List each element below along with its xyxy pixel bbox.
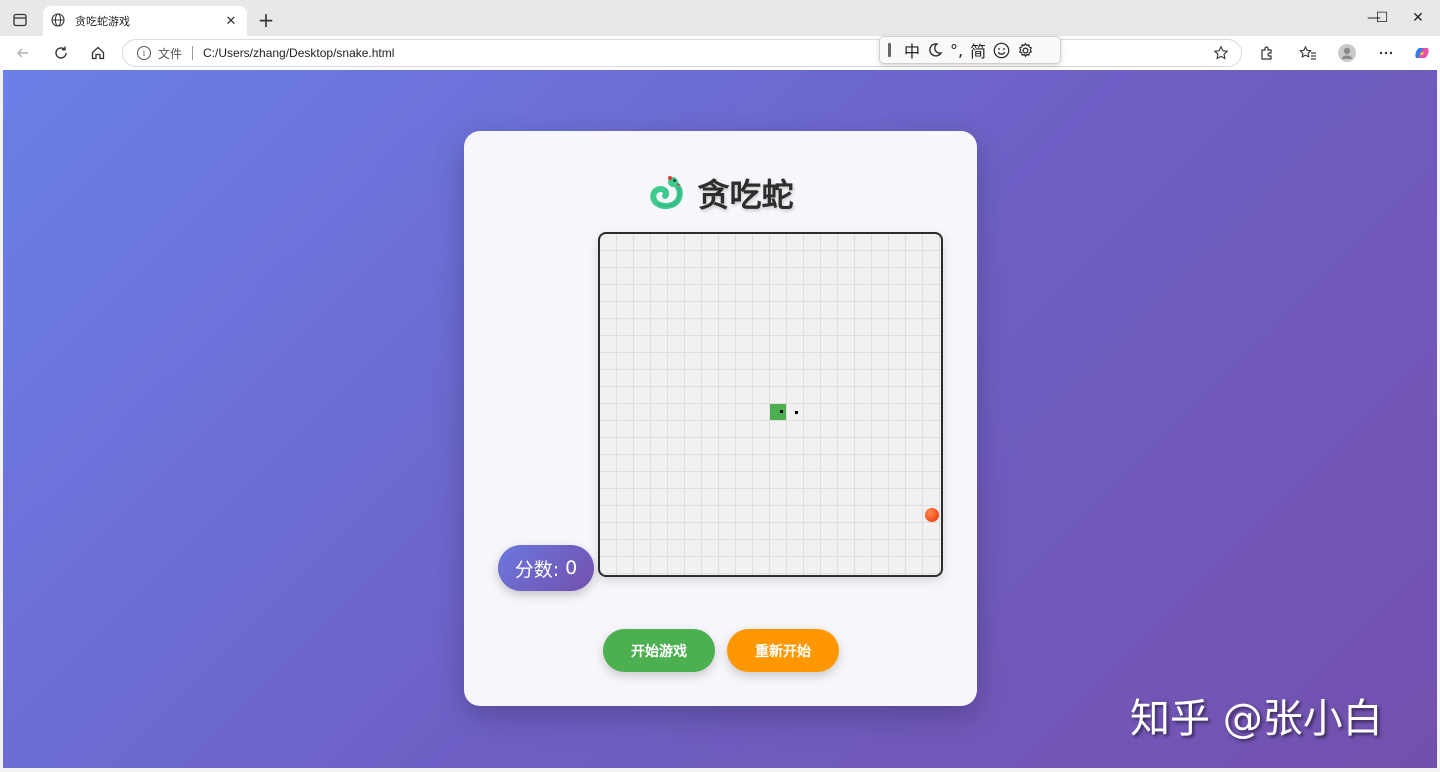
emoji-icon[interactable] [993, 42, 1010, 59]
food-item [925, 508, 939, 522]
ime-charset-toggle[interactable]: 简 [970, 38, 986, 62]
watermark-text: 知乎 @张小白 [1130, 696, 1383, 742]
new-tab-button[interactable]: + [254, 8, 278, 32]
favorites-button[interactable] [1295, 40, 1321, 66]
reload-button[interactable] [48, 40, 74, 66]
copilot-icon [1415, 48, 1429, 58]
ime-punctuation-toggle[interactable]: °, [950, 41, 963, 60]
tab-actions-button[interactable] [8, 8, 32, 32]
snake-head [770, 404, 786, 420]
profile-button[interactable] [1334, 40, 1360, 66]
snake-eye [780, 410, 783, 413]
home-icon [91, 46, 105, 60]
moon-icon[interactable] [927, 42, 943, 58]
snake-icon [647, 174, 685, 212]
avatar-icon [1338, 44, 1356, 62]
info-icon[interactable]: i [137, 46, 151, 60]
tab-close-icon[interactable]: ✕ [223, 13, 239, 29]
tab-strip: 贪吃蛇游戏 ✕ + — ☐ ✕ [0, 0, 1440, 36]
restart-game-button[interactable]: 重新开始 [727, 629, 839, 672]
favorites-icon [1299, 45, 1316, 60]
address-divider [192, 46, 194, 60]
tab-title: 贪吃蛇游戏 [75, 15, 130, 28]
browser-toolbar: i 文件 C:/Users/zhang/Desktop/snake.html [0, 36, 1440, 70]
sidebar-toggle-icon [13, 13, 27, 27]
score-label: 分数: [514, 558, 560, 581]
arrow-left-icon [17, 48, 28, 58]
close-window-button[interactable]: ✕ [1396, 0, 1440, 36]
score-value: 0 [565, 557, 578, 579]
address-scheme: 文件 [158, 46, 183, 61]
more-menu-button[interactable] [1373, 40, 1399, 66]
more-icon [1379, 51, 1393, 55]
globe-icon [51, 13, 67, 29]
copilot-button[interactable] [1409, 40, 1435, 66]
page-content: 贪吃蛇 分数: 0 开始游戏 重新开始 [3, 70, 1437, 768]
game-card: 贪吃蛇 分数: 0 开始游戏 重新开始 [464, 131, 977, 706]
ime-mode-toggle[interactable]: 中 [904, 38, 920, 62]
gear-icon[interactable] [1017, 41, 1034, 59]
extensions-button[interactable] [1254, 40, 1280, 66]
star-icon[interactable] [1213, 45, 1229, 61]
puzzle-icon [1261, 46, 1272, 60]
reload-icon [55, 46, 67, 59]
snake-eye [795, 411, 798, 414]
home-button[interactable] [85, 40, 111, 66]
maximize-icon: ☐ [1375, 10, 1389, 26]
address-url[interactable]: C:/Users/zhang/Desktop/snake.html [203, 46, 394, 60]
ime-drag-handle[interactable] [888, 43, 891, 57]
start-game-button[interactable]: 开始游戏 [603, 629, 715, 672]
address-bar[interactable]: i 文件 C:/Users/zhang/Desktop/snake.html [122, 39, 1242, 67]
game-header: 贪吃蛇 [464, 171, 977, 215]
back-button[interactable] [10, 40, 36, 66]
game-board[interactable] [598, 232, 943, 577]
active-tab[interactable]: 贪吃蛇游戏 ✕ [43, 6, 247, 36]
game-title: 贪吃蛇 [697, 176, 794, 214]
ime-toolbar: 中 °, 简 [879, 36, 1061, 64]
score-badge: 分数: 0 [498, 545, 594, 591]
